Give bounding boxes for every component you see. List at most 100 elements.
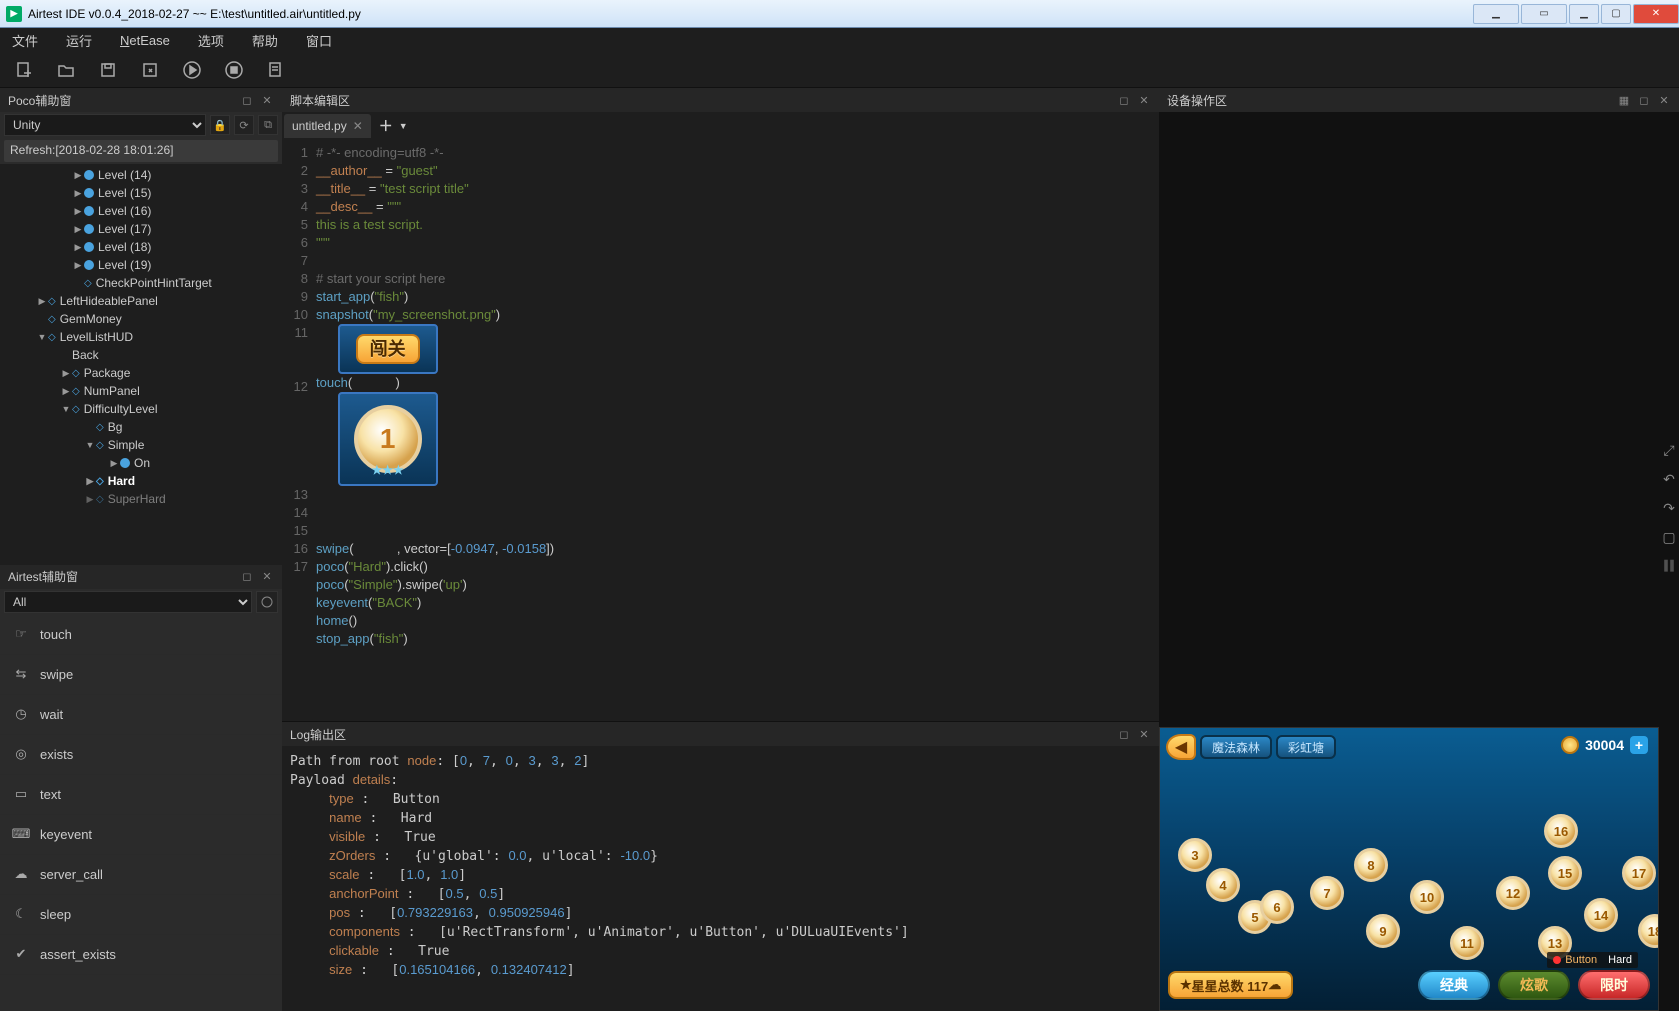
- editor-tab-untitled[interactable]: untitled.py✕: [284, 114, 371, 138]
- airtest-close-icon[interactable]: ✕: [260, 570, 274, 584]
- airtest-cmd-server_call[interactable]: ☁server_call: [0, 855, 282, 895]
- device-side-tools: ⤢ ↶ ↷ ▢ ∥∥: [1659, 442, 1679, 572]
- device-dock-icon[interactable]: ◻: [1637, 93, 1651, 107]
- close-button[interactable]: ✕: [1633, 4, 1679, 24]
- new-file-button[interactable]: [14, 60, 34, 80]
- level-node-7[interactable]: 7: [1310, 876, 1344, 910]
- level-node-17[interactable]: 17: [1622, 856, 1656, 890]
- game-tab-2[interactable]: 彩虹塘: [1276, 735, 1336, 759]
- airtest-record-button[interactable]: [256, 591, 278, 613]
- log-output[interactable]: Path from root node: [0, 7, 0, 3, 3, 2] …: [282, 746, 1159, 1011]
- tree-node[interactable]: ▶Level (14): [0, 166, 282, 184]
- stop-button[interactable]: [224, 60, 244, 80]
- log-dock-icon[interactable]: ◻: [1117, 727, 1131, 741]
- editor-close-icon[interactable]: ✕: [1137, 93, 1151, 107]
- rotate-right-icon[interactable]: ↷: [1663, 500, 1675, 517]
- poco-refresh-icon[interactable]: ⟳: [234, 115, 254, 135]
- save-as-button[interactable]: [140, 60, 160, 80]
- menu-netease[interactable]: NetEase: [120, 33, 170, 48]
- minimize-group-button[interactable]: ▁: [1473, 4, 1519, 24]
- tree-node[interactable]: ▼◇LevelListHUD: [0, 328, 282, 346]
- home-icon[interactable]: ▢: [1662, 529, 1675, 546]
- menu-icon[interactable]: ∥∥: [1663, 558, 1675, 572]
- editor-dock-icon[interactable]: ◻: [1117, 93, 1131, 107]
- level-node-11[interactable]: 11: [1450, 926, 1484, 960]
- add-coin-button[interactable]: +: [1630, 736, 1648, 754]
- poco-close-icon[interactable]: ✕: [260, 93, 274, 107]
- airtest-dock-icon[interactable]: ◻: [240, 570, 254, 584]
- tree-node[interactable]: ▶Level (15): [0, 184, 282, 202]
- device-screen[interactable]: ◀ 魔法森林 彩虹塘 30004 + 345678910111213141516…: [1159, 727, 1659, 1011]
- tree-node[interactable]: Back: [0, 346, 282, 364]
- report-button[interactable]: [266, 60, 286, 80]
- tree-node[interactable]: ▶◇LeftHideablePanel: [0, 292, 282, 310]
- menu-window[interactable]: 窗口: [306, 31, 332, 50]
- mode-timed-button[interactable]: 限时: [1578, 970, 1650, 1000]
- tree-node[interactable]: ◇GemMoney: [0, 310, 282, 328]
- poco-copy-icon[interactable]: ⧉: [258, 115, 278, 135]
- editor-tab-add[interactable]: ＋▼: [373, 114, 414, 138]
- poco-framework-select[interactable]: Unity: [4, 114, 206, 136]
- level-node-14[interactable]: 14: [1584, 898, 1618, 932]
- mode-classic-button[interactable]: 经典: [1418, 970, 1490, 1000]
- level-node-4[interactable]: 4: [1206, 868, 1240, 902]
- open-file-button[interactable]: [56, 60, 76, 80]
- menu-help[interactable]: 帮助: [252, 31, 278, 50]
- tree-node[interactable]: ▶Level (19): [0, 256, 282, 274]
- tree-node[interactable]: ▶◇Package: [0, 364, 282, 382]
- level-node-9[interactable]: 9: [1366, 914, 1400, 948]
- airtest-cmd-assert_exists[interactable]: ✔assert_exists: [0, 935, 282, 975]
- mode-cool-button[interactable]: 炫歌: [1498, 970, 1570, 1000]
- tree-node[interactable]: ▶◇SuperHard: [0, 490, 282, 508]
- airtest-cmd-touch[interactable]: ☞touch: [0, 615, 282, 655]
- tree-node[interactable]: ◇Bg: [0, 418, 282, 436]
- rotate-left-icon[interactable]: ↶: [1663, 471, 1675, 488]
- airtest-cmd-sleep[interactable]: ☾sleep: [0, 895, 282, 935]
- poco-lock-icon[interactable]: 🔒: [210, 115, 230, 135]
- airtest-cmd-text[interactable]: ▭text: [0, 775, 282, 815]
- level-node-6[interactable]: 6: [1260, 890, 1294, 924]
- maximize-button[interactable]: ▢: [1601, 4, 1631, 24]
- level-node-10[interactable]: 10: [1410, 880, 1444, 914]
- editor-panel-header: 脚本编辑区 ◻ ✕: [282, 88, 1159, 112]
- level-node-15[interactable]: 15: [1548, 856, 1582, 890]
- level-node-16[interactable]: 16: [1544, 814, 1578, 848]
- airtest-cmd-swipe[interactable]: ⇆swipe: [0, 655, 282, 695]
- log-close-icon[interactable]: ✕: [1137, 727, 1151, 741]
- airtest-cmd-keyevent[interactable]: ⌨keyevent: [0, 815, 282, 855]
- level-node-12[interactable]: 12: [1496, 876, 1530, 910]
- fullscreen-icon[interactable]: ⤢: [1663, 442, 1674, 459]
- tree-node[interactable]: ▶Level (17): [0, 220, 282, 238]
- tree-node[interactable]: ▶Level (16): [0, 202, 282, 220]
- minimize-button[interactable]: ▁: [1569, 4, 1599, 24]
- tree-node[interactable]: ▶On: [0, 454, 282, 472]
- tree-node[interactable]: ▶◇Hard: [0, 472, 282, 490]
- airtest-cmd-exists[interactable]: ◎exists: [0, 735, 282, 775]
- tree-node[interactable]: ▼◇DifficultyLevel: [0, 400, 282, 418]
- poco-ui-tree[interactable]: ▶Level (14)▶Level (15)▶Level (16)▶Level …: [0, 164, 282, 565]
- level-node-3[interactable]: 3: [1178, 838, 1212, 872]
- tree-node[interactable]: ◇CheckPointHintTarget: [0, 274, 282, 292]
- tree-node[interactable]: ▶Level (18): [0, 238, 282, 256]
- level-node-8[interactable]: 8: [1354, 848, 1388, 882]
- run-button[interactable]: [182, 60, 202, 80]
- device-grid-icon[interactable]: ▦: [1617, 93, 1631, 107]
- menu-run[interactable]: 运行: [66, 31, 92, 50]
- tab-close-icon[interactable]: ✕: [353, 119, 363, 133]
- save-button[interactable]: [98, 60, 118, 80]
- level-node-18[interactable]: 18: [1638, 914, 1659, 948]
- poco-dock-icon[interactable]: ◻: [240, 93, 254, 107]
- game-back-button[interactable]: ◀: [1166, 734, 1196, 760]
- airtest-cmd-wait[interactable]: ◷wait: [0, 695, 282, 735]
- menu-options[interactable]: 选项: [198, 31, 224, 50]
- restore-group-button[interactable]: ▭: [1521, 4, 1567, 24]
- airtest-filter-select[interactable]: All: [4, 591, 252, 613]
- star-count: ★ 星星总数 117 ☁: [1168, 971, 1293, 999]
- device-close-icon[interactable]: ✕: [1657, 93, 1671, 107]
- code-editor[interactable]: 1234567891011 12 1314151617 # -*- encodi…: [282, 138, 1159, 721]
- tree-node[interactable]: ▼◇Simple: [0, 436, 282, 454]
- game-tab-1[interactable]: 魔法森林: [1200, 735, 1272, 759]
- tree-node[interactable]: ▶◇NumPanel: [0, 382, 282, 400]
- menu-file[interactable]: 文件: [12, 31, 38, 50]
- code-body[interactable]: # -*- encoding=utf8 -*- __author__ = "gu…: [316, 138, 1159, 721]
